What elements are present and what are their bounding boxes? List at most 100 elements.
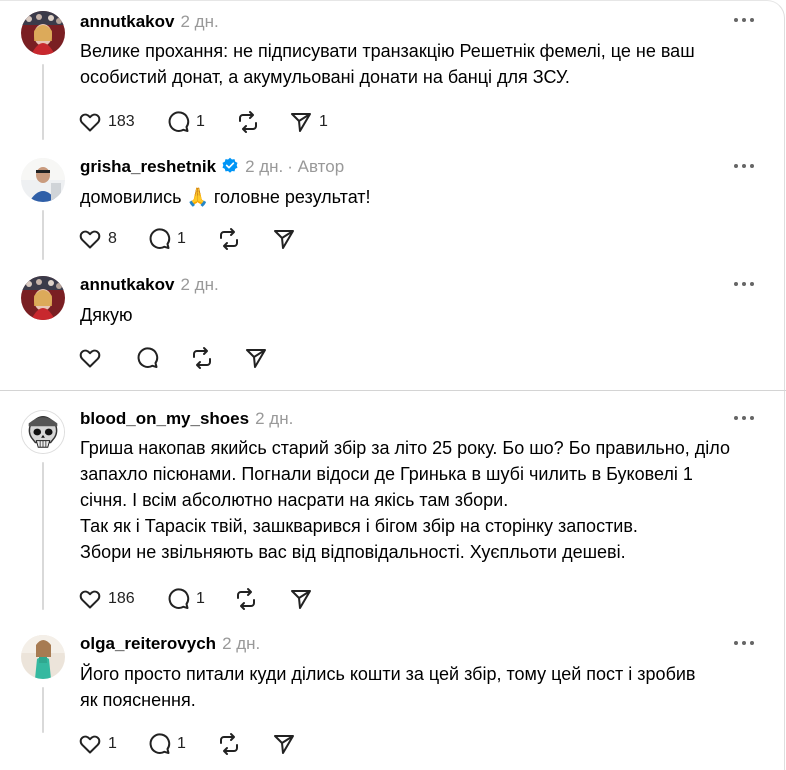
like-button[interactable]: 1 xyxy=(78,731,117,757)
reply-count: 1 xyxy=(196,590,205,607)
comment-header: annutkakov 2 дн. xyxy=(80,275,219,295)
send-icon xyxy=(246,349,266,368)
more-icon[interactable] xyxy=(734,416,754,422)
repost-button[interactable] xyxy=(216,226,242,252)
username[interactable]: blood_on_my_shoes xyxy=(80,409,249,428)
username[interactable]: grisha_reshetnik xyxy=(80,157,216,176)
text-line: Збори не звільняють вас від відповідальн… xyxy=(80,542,626,562)
reply-count: 1 xyxy=(177,230,186,247)
share-button[interactable]: 1 xyxy=(289,109,328,135)
repost-icon xyxy=(193,347,211,369)
more-icon[interactable] xyxy=(734,641,754,647)
repost-button[interactable] xyxy=(189,345,215,371)
reply-button[interactable]: 1 xyxy=(147,226,186,252)
send-icon xyxy=(291,113,311,132)
reply-button[interactable]: 1 xyxy=(166,586,205,612)
comment-text: Дякую xyxy=(80,302,750,328)
heart-icon xyxy=(79,230,101,249)
more-icon[interactable] xyxy=(734,18,754,24)
like-count: 1 xyxy=(108,735,117,752)
text-line: Дякую xyxy=(80,305,133,325)
like-button[interactable] xyxy=(78,345,102,371)
like-button[interactable]: 183 xyxy=(78,109,135,135)
author-text: Автор xyxy=(297,157,345,176)
repost-icon xyxy=(239,111,257,133)
repost-button[interactable] xyxy=(216,731,242,757)
more-icon[interactable] xyxy=(734,164,754,170)
share-button[interactable] xyxy=(289,586,313,612)
like-button[interactable]: 8 xyxy=(78,226,117,252)
text-line: Велике прохання: не підписувати транзакц… xyxy=(80,41,695,61)
reply-button[interactable]: 1 xyxy=(166,109,205,135)
text-segment: головне результат! xyxy=(208,187,371,207)
pray-emoji: 🙏 xyxy=(186,187,209,207)
heart-icon xyxy=(79,349,101,368)
comment-header: grisha_reshetnik 2 дн. · Автор xyxy=(80,157,344,177)
avatar[interactable] xyxy=(21,635,65,679)
like-count: 183 xyxy=(108,113,135,130)
comment-icon xyxy=(149,228,171,249)
timestamp[interactable]: 2 дн. xyxy=(245,157,283,176)
thread-line xyxy=(42,210,44,260)
thread-line xyxy=(42,687,44,733)
repost-button[interactable] xyxy=(235,109,261,135)
comment-icon xyxy=(137,347,159,368)
comment-text: домовились 🙏 головне результат! xyxy=(80,184,750,210)
like-count: 186 xyxy=(108,590,135,607)
comment-text: Гриша накопав якийсь старий збір за літо… xyxy=(80,435,750,565)
text-segment: домовились xyxy=(80,187,187,207)
repost-icon xyxy=(220,228,238,250)
timestamp[interactable]: 2 дн. xyxy=(222,634,260,653)
comment-icon xyxy=(168,588,190,609)
comment-text: Велике прохання: не підписувати транзакц… xyxy=(80,38,750,90)
username[interactable]: olga_reiterovych xyxy=(80,634,216,653)
username[interactable]: annutkakov xyxy=(80,12,174,31)
text-line: запахло пісюнами. Погнали відоси де Грин… xyxy=(80,464,693,484)
comment-icon xyxy=(149,733,171,754)
like-count: 8 xyxy=(108,230,117,247)
comment-header: olga_reiterovych 2 дн. xyxy=(80,634,260,654)
text-line: Так як і Тарасік твій, зашкварився і біг… xyxy=(80,516,638,536)
verified-badge-icon xyxy=(222,157,238,173)
avatar[interactable] xyxy=(21,158,65,202)
heart-icon xyxy=(79,590,101,609)
repost-icon xyxy=(237,588,255,610)
send-icon xyxy=(274,735,294,754)
comment-icon xyxy=(168,111,190,132)
comment-header: annutkakov 2 дн. xyxy=(80,12,219,32)
thread-line xyxy=(42,462,44,610)
like-button[interactable]: 186 xyxy=(78,586,135,612)
author-label: · Автор xyxy=(287,157,345,176)
comment-header: blood_on_my_shoes 2 дн. xyxy=(80,409,293,429)
repost-button[interactable] xyxy=(233,586,259,612)
more-icon[interactable] xyxy=(734,282,754,288)
avatar[interactable] xyxy=(21,410,65,454)
reply-count: 1 xyxy=(177,735,186,752)
share-count: 1 xyxy=(319,113,328,130)
share-button[interactable] xyxy=(272,731,296,757)
share-button[interactable] xyxy=(272,226,296,252)
send-icon xyxy=(291,590,311,609)
heart-icon xyxy=(79,113,101,132)
share-button[interactable] xyxy=(244,345,268,371)
timestamp[interactable]: 2 дн. xyxy=(180,275,218,294)
text-line: Його просто питали куди ділись кошти за … xyxy=(80,664,696,684)
thread-divider xyxy=(0,390,786,391)
avatar[interactable] xyxy=(21,276,65,320)
reply-button[interactable]: 1 xyxy=(147,731,186,757)
text-line: як пояснення. xyxy=(80,690,196,710)
repost-icon xyxy=(220,733,238,755)
send-icon xyxy=(274,230,294,249)
text-line: домовились 🙏 головне результат! xyxy=(80,184,750,210)
thread-line xyxy=(42,64,44,140)
timestamp[interactable]: 2 дн. xyxy=(180,12,218,31)
text-line: січня. І всім абсолютно насрати на якісь… xyxy=(80,490,509,510)
comment-text: Його просто питали куди ділись кошти за … xyxy=(80,661,750,713)
text-line: Гриша накопав якийсь старий збір за літо… xyxy=(80,438,730,458)
avatar[interactable] xyxy=(21,11,65,55)
reply-button[interactable] xyxy=(135,345,159,371)
timestamp[interactable]: 2 дн. xyxy=(255,409,293,428)
username[interactable]: annutkakov xyxy=(80,275,174,294)
text-line: особистий донат, а акумульовані донати н… xyxy=(80,67,570,87)
reply-count: 1 xyxy=(196,113,205,130)
